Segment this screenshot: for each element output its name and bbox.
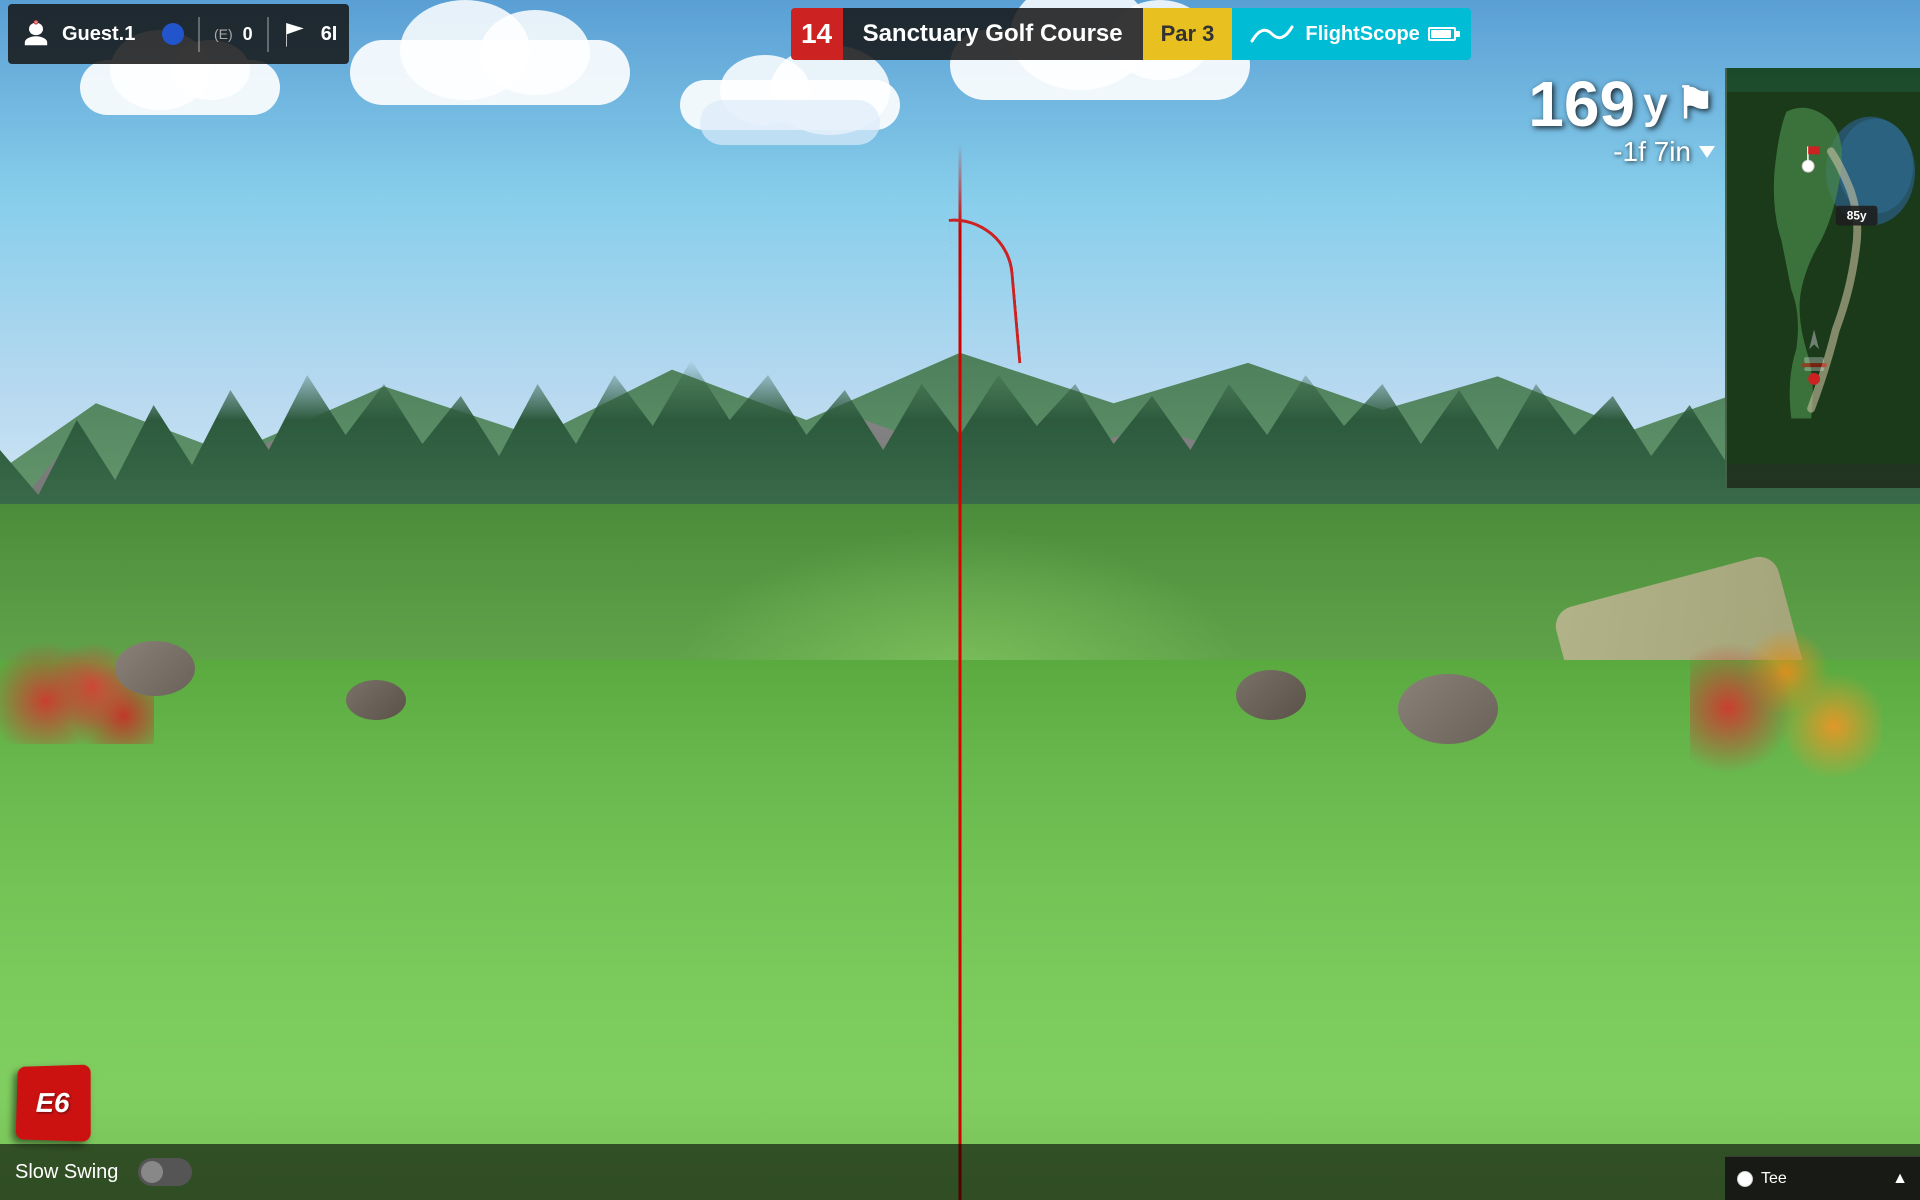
distance-secondary: -1f 7in: [1528, 136, 1715, 168]
e6-text: E6: [36, 1086, 70, 1118]
distance-yards: 169: [1528, 72, 1635, 136]
score-bubble: [162, 23, 184, 45]
distance-main: 169y ⚑: [1528, 72, 1715, 136]
flightscope-label: FlightScope: [1305, 23, 1419, 46]
distance-unit: y: [1643, 82, 1667, 126]
event-score: 0: [243, 24, 253, 45]
event-label: (E): [214, 26, 233, 42]
battery-fill: [1431, 30, 1451, 38]
slow-swing-label: Slow Swing: [15, 1161, 118, 1184]
flag-indicator: ⚑: [1676, 82, 1715, 126]
player-name: Guest.1: [62, 23, 152, 46]
tee-ball-icon: [1737, 1171, 1753, 1187]
hole-number-badge: 14: [791, 8, 843, 60]
flag-svg: [283, 20, 311, 48]
score-divider: [198, 17, 200, 52]
player-avatar-icon: [20, 18, 52, 50]
mini-map[interactable]: 85y: [1725, 68, 1920, 488]
flightscope-panel: FlightScope: [1232, 8, 1470, 60]
club-name: 6I: [321, 23, 338, 46]
rock-4: [1236, 670, 1306, 720]
flightscope-wave-icon: [1247, 19, 1297, 49]
bottom-bar: Slow Swing: [0, 1144, 1920, 1200]
flowers-right: [1690, 600, 1882, 780]
par-label: Par: [1161, 21, 1196, 47]
course-name: Sanctuary Golf Course: [843, 8, 1143, 60]
rock-2: [346, 680, 406, 720]
down-arrow-icon: [1699, 146, 1715, 158]
distance-panel: 169y ⚑ -1f 7in: [1528, 72, 1715, 168]
minimap-svg: 85y: [1727, 68, 1920, 488]
mm-distance-text: 85y: [1847, 209, 1867, 223]
e6-logo: E6: [15, 1065, 90, 1140]
center-info: 14 Sanctuary Golf Course Par 3 FlightSco…: [349, 8, 1920, 60]
e6-box: E6: [16, 1065, 91, 1142]
top-bar: Guest.1 (E) 0 6I 14 Sanctuary Golf Cours…: [0, 0, 1920, 68]
secondary-distance-value: -1f 7in: [1613, 136, 1691, 168]
cloud-1: [80, 60, 280, 115]
mini-map-footer: Tee ▲: [1725, 1156, 1920, 1200]
rock-1: [115, 641, 195, 696]
par-value: 3: [1202, 21, 1214, 47]
slow-swing-toggle[interactable]: [138, 1158, 192, 1186]
tee-label: Tee: [1761, 1170, 1787, 1188]
expand-minimap-button[interactable]: ▲: [1892, 1170, 1908, 1188]
avatar-svg: [22, 20, 50, 48]
club-flag-icon: [283, 20, 311, 48]
player-panel: Guest.1 (E) 0 6I: [8, 4, 349, 64]
toggle-knob: [141, 1161, 163, 1183]
rock-3: [1398, 674, 1498, 744]
tee-indicator: Tee: [1737, 1170, 1787, 1188]
game-view: Guest.1 (E) 0 6I 14 Sanctuary Golf Cours…: [0, 0, 1920, 1200]
par-badge: Par 3: [1143, 8, 1233, 60]
battery-icon: [1428, 27, 1456, 41]
mini-map-content: 85y: [1727, 68, 1920, 488]
cloud-5: [700, 100, 880, 145]
score-divider-2: [267, 17, 269, 52]
